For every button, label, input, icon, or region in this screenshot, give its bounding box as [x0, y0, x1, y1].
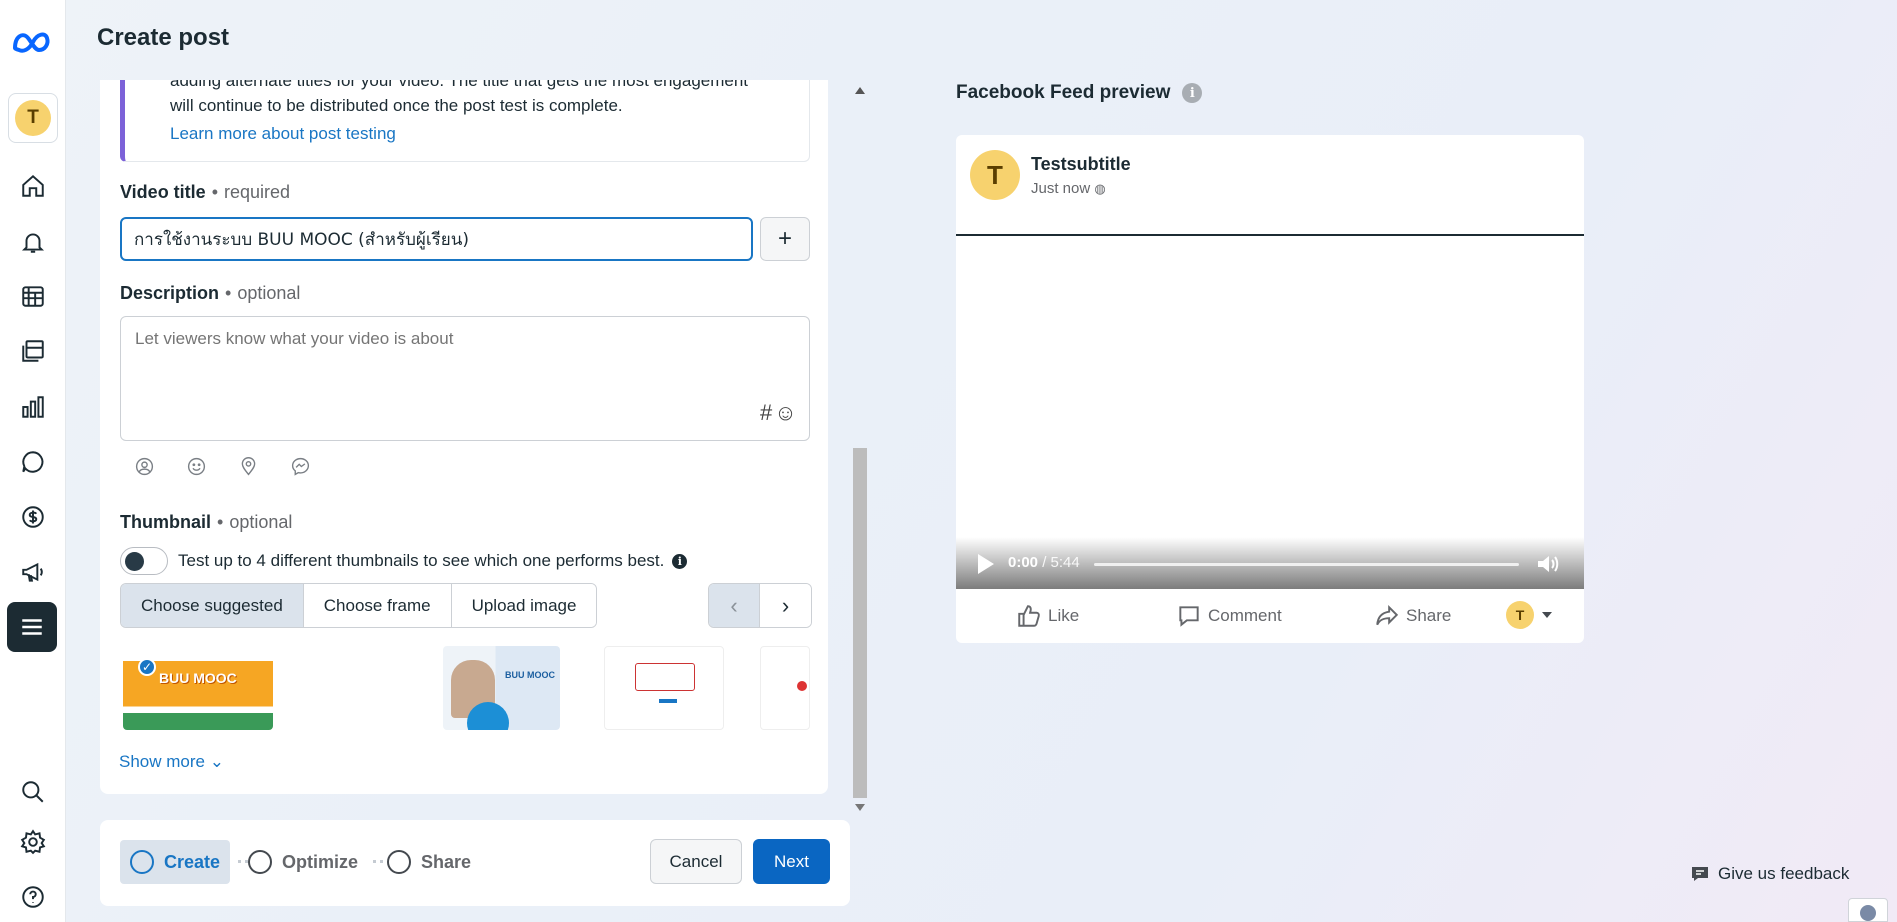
meta-logo-icon[interactable] [11, 26, 55, 58]
next-button[interactable]: Next [753, 839, 830, 884]
tab-choose-suggested[interactable]: Choose suggested [121, 584, 304, 627]
account-switcher[interactable]: T [8, 93, 58, 143]
notifications-icon[interactable] [18, 227, 48, 257]
video-title-label: Video title • required [120, 182, 291, 202]
info-text: will continue to be distributed once the… [170, 96, 623, 115]
video-title-input[interactable] [120, 217, 753, 261]
thumbnail-brand-text: BUU MOOC [505, 670, 555, 680]
description-label: Description • optional [120, 283, 301, 303]
page-title: Create post [97, 24, 230, 51]
hashtag-emoji-tools[interactable]: #☺ [760, 400, 799, 426]
show-more-link[interactable]: Show more ⌄ [119, 752, 224, 772]
plus-icon: + [777, 225, 792, 252]
thumbnail-test-toggle[interactable] [120, 547, 168, 575]
scroll-up-arrow-icon[interactable] [855, 87, 865, 94]
feedback-icon [1692, 867, 1708, 881]
thumbnail-test-text: Test up to 4 different thumbnails to see… [178, 551, 665, 570]
share-icon [1376, 604, 1399, 626]
facebook-feed-preview-card: T Testsubtitle Just now ◍ 0:00 / 5:44 Li… [956, 135, 1584, 643]
scroll-down-arrow-icon[interactable] [855, 804, 865, 811]
language-globe-icon[interactable] [1848, 898, 1888, 922]
thumbnail-test-row: Test up to 4 different thumbnails to see… [120, 547, 688, 575]
globe-icon: ◍ [1094, 180, 1106, 196]
thumbs-up-icon [1018, 605, 1040, 627]
avatar: T [15, 100, 51, 136]
thumbnail-source-tabs: Choose suggested Choose frame Upload ima… [120, 583, 598, 628]
play-icon[interactable] [978, 554, 994, 574]
avatar: T [970, 150, 1020, 200]
chevron-down-icon: ⌄ [209, 752, 224, 771]
caret-down-icon [1542, 612, 1552, 618]
tab-upload-image[interactable]: Upload image [451, 584, 597, 627]
tag-people-icon[interactable] [133, 455, 155, 477]
insights-icon[interactable] [18, 392, 48, 422]
post-header: T Testsubtitle Just now ◍ [970, 150, 1131, 200]
home-icon[interactable] [18, 171, 48, 201]
video-time: 0:00 / 5:44 [1008, 554, 1080, 571]
video-controls: 0:00 / 5:44 [956, 537, 1584, 589]
volume-icon[interactable] [1536, 553, 1560, 575]
comment-button[interactable]: Comment [1176, 603, 1282, 629]
add-alternate-title-button[interactable]: + [760, 217, 810, 261]
ads-icon[interactable] [18, 557, 48, 587]
react-as-selector[interactable]: T [1506, 601, 1552, 629]
scrollbar-thumb[interactable] [853, 448, 867, 798]
feeling-emoji-icon[interactable] [185, 455, 207, 477]
left-navigation-rail: T [0, 0, 66, 922]
comment-icon [1179, 606, 1199, 627]
monetization-icon[interactable] [18, 502, 48, 532]
step-optimize[interactable]: Optimize [238, 840, 368, 884]
thumbnail-option-selected[interactable]: ✓ BUU MOOC [123, 646, 273, 730]
step-create[interactable]: Create [120, 840, 231, 884]
menu-icon[interactable] [7, 602, 57, 652]
chevron-left-icon[interactable]: ‹ [709, 584, 760, 627]
messenger-icon[interactable] [289, 455, 311, 477]
cancel-button[interactable]: Cancel [650, 839, 742, 884]
search-icon[interactable] [18, 777, 48, 807]
settings-icon[interactable] [18, 827, 48, 857]
thumbnail-option[interactable]: BUU MOOC [443, 646, 560, 730]
post-extras-toolbar [133, 455, 311, 477]
give-feedback-button[interactable]: Give us feedback [1690, 864, 1849, 884]
thumbnail-pager: ‹ › [708, 583, 812, 628]
info-text-partial: adding alternate titles for your video. … [170, 80, 749, 90]
calendar-icon[interactable] [18, 281, 48, 311]
post-testing-info-box: adding alternate titles for your video. … [120, 80, 810, 162]
thumbnail-brand-text: BUU MOOC [159, 670, 237, 686]
step-radio-icon [248, 850, 272, 874]
video-player[interactable] [956, 234, 1584, 587]
step-radio-icon [387, 850, 411, 874]
thumbnail-label: Thumbnail • optional [120, 512, 293, 532]
step-share[interactable]: Share [377, 840, 481, 884]
info-icon[interactable]: i [672, 553, 688, 569]
video-progress-bar[interactable] [1094, 563, 1519, 566]
thumbnail-option[interactable] [760, 646, 810, 730]
thumbnail-option[interactable] [604, 646, 724, 730]
description-textarea[interactable] [120, 316, 810, 441]
like-button[interactable]: Like [1016, 603, 1079, 629]
avatar: T [1506, 601, 1534, 629]
checkmark-icon: ✓ [138, 658, 156, 676]
preview-heading: Facebook Feed preview i [956, 82, 1203, 104]
step-radio-icon [130, 850, 154, 874]
learn-more-post-testing-link[interactable]: Learn more about post testing [170, 121, 809, 146]
page-name: Testsubtitle [1031, 153, 1131, 174]
share-button[interactable]: Share [1374, 603, 1451, 629]
post-time: Just now ◍ [1031, 179, 1106, 197]
thumbnail-carousel: ✓ BUU MOOC BUU MOOC [120, 646, 810, 730]
chevron-right-icon[interactable]: › [760, 584, 811, 627]
form-scrollbar[interactable] [851, 80, 869, 818]
content-icon[interactable] [18, 336, 48, 366]
inbox-icon[interactable] [18, 447, 48, 477]
help-icon[interactable] [18, 882, 48, 912]
location-pin-icon[interactable] [237, 455, 259, 477]
tab-choose-frame[interactable]: Choose frame [303, 584, 452, 627]
info-icon[interactable]: i [1182, 83, 1203, 103]
post-actions: Like Comment Share T [956, 589, 1584, 643]
